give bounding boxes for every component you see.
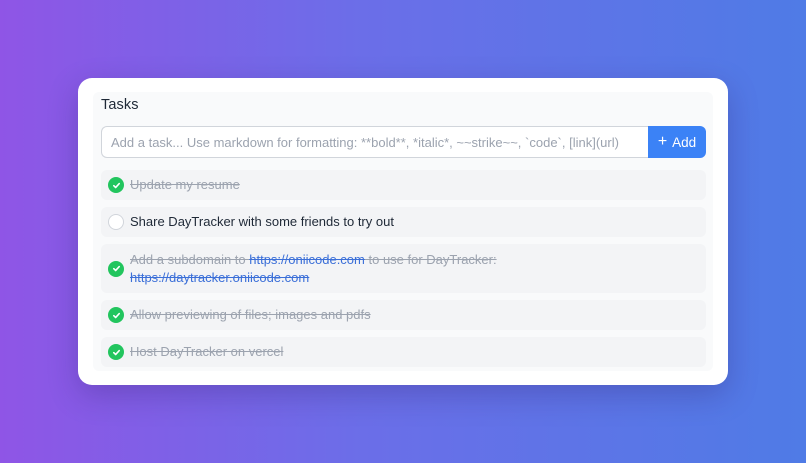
task-link[interactable]: https://daytracker.oniicode.com: [130, 270, 309, 285]
empty-circle-icon[interactable]: [108, 214, 124, 230]
check-circle-icon[interactable]: [108, 344, 124, 360]
task-text: Share DayTracker with some friends to tr…: [130, 214, 394, 229]
task-item: Allow previewing of files; images and pd…: [101, 300, 706, 330]
task-text-part: Add a subdomain to: [130, 251, 250, 267]
check-circle-icon[interactable]: [108, 307, 124, 323]
check-circle-icon[interactable]: [108, 260, 124, 277]
check-circle-icon[interactable]: [108, 177, 124, 193]
add-button-label: Add: [672, 134, 697, 150]
plus-icon: +: [657, 132, 668, 150]
task-item: Update my resume: [101, 170, 706, 200]
task-input[interactable]: [101, 126, 648, 158]
add-task-form: + Add: [101, 126, 706, 158]
task-text-part: to use for DayTracker:: [364, 251, 497, 267]
task-item: Share DayTracker with some friends to tr…: [101, 207, 706, 237]
task-item: Host DayTracker on vercel: [101, 337, 706, 367]
task-list: Update my resume Share DayTracker with s…: [101, 170, 706, 374]
page-title: Tasks: [101, 97, 139, 113]
task-text: Host DayTracker on vercel: [130, 344, 284, 359]
tasks-card: Tasks + Add Update my resume Share DayTr…: [78, 78, 728, 385]
add-button[interactable]: + Add: [648, 126, 706, 158]
task-link[interactable]: https://oniicode.com: [249, 252, 365, 267]
task-text: Add a subdomain to https://oniicode.com …: [130, 251, 497, 287]
task-text: Allow previewing of files; images and pd…: [130, 307, 371, 322]
task-text: Update my resume: [130, 177, 240, 192]
task-item: Add a subdomain to https://oniicode.com …: [101, 244, 706, 293]
